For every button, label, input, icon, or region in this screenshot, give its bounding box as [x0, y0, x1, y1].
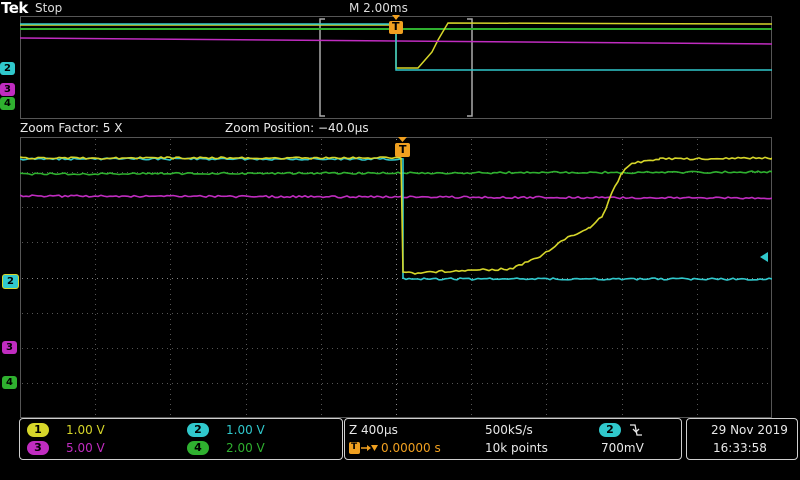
ch4-badge[interactable]: 4 — [187, 441, 209, 455]
zoom-info: Zoom Factor: 5 X Zoom Position: −40.0µs — [0, 121, 800, 137]
ch2-overview-marker[interactable]: 2 — [0, 62, 15, 75]
trigger-position-icon: T — [349, 442, 379, 456]
acquisition-state[interactable]: Stop — [35, 1, 62, 15]
falling-edge-icon — [629, 423, 643, 437]
trigger-level-arrow[interactable] — [760, 251, 772, 263]
zoom-waveform-display[interactable] — [20, 137, 772, 418]
horizontal-trigger-panel[interactable]: Z 400µs 500kS/s T 0.00000 s 10k points 2… — [344, 418, 682, 460]
channel-readout-panel[interactable]: 1 1.00 V 2 1.00 V 3 5.00 V 4 2.00 V — [19, 418, 343, 460]
ch4-scale: 2.00 V — [226, 441, 265, 455]
trigger-position-marker[interactable]: T — [395, 137, 410, 159]
ch1-scale: 1.00 V — [66, 423, 105, 437]
trigger-source-badge[interactable]: 2 — [599, 423, 621, 437]
timebase-readout[interactable]: M 2.00ms — [349, 1, 408, 15]
ch3-zoom-trace — [20, 195, 772, 199]
ch4-marker[interactable]: 4 — [2, 376, 17, 389]
ch2-scale: 1.00 V — [226, 423, 265, 437]
ch3-scale: 5.00 V — [66, 441, 105, 455]
zoom-factor: Zoom Factor: 5 X — [20, 121, 122, 135]
ch3-marker[interactable]: 3 — [2, 341, 17, 354]
sample-rate: 500kS/s — [485, 423, 533, 437]
trigger-position-value: 0.00000 s — [381, 441, 441, 455]
overview-trigger-marker: T — [389, 15, 403, 39]
graticule-grid — [22, 139, 768, 415]
ch3-overview-marker[interactable]: 3 — [0, 83, 15, 96]
ch2-badge[interactable]: 2 — [187, 423, 209, 437]
ch3-badge[interactable]: 3 — [27, 441, 49, 455]
time: 16:33:58 — [713, 441, 767, 455]
status-bar: Tek Stop M 2.00ms — [0, 0, 800, 16]
record-length: 10k points — [485, 441, 548, 455]
ch4-overview-marker[interactable]: 4 — [0, 97, 15, 110]
datetime-panel[interactable]: 29 Nov 2019 16:33:58 — [686, 418, 798, 460]
zoom-scale: Z 400µs — [349, 423, 398, 437]
date: 29 Nov 2019 — [711, 423, 788, 437]
ch1-badge[interactable]: 1 — [27, 423, 49, 437]
zoom-position: Zoom Position: −40.0µs — [225, 121, 369, 135]
trigger-level: 700mV — [601, 441, 644, 455]
ch2-marker[interactable]: 2 — [2, 274, 19, 289]
brand-logo: Tek — [1, 0, 28, 17]
